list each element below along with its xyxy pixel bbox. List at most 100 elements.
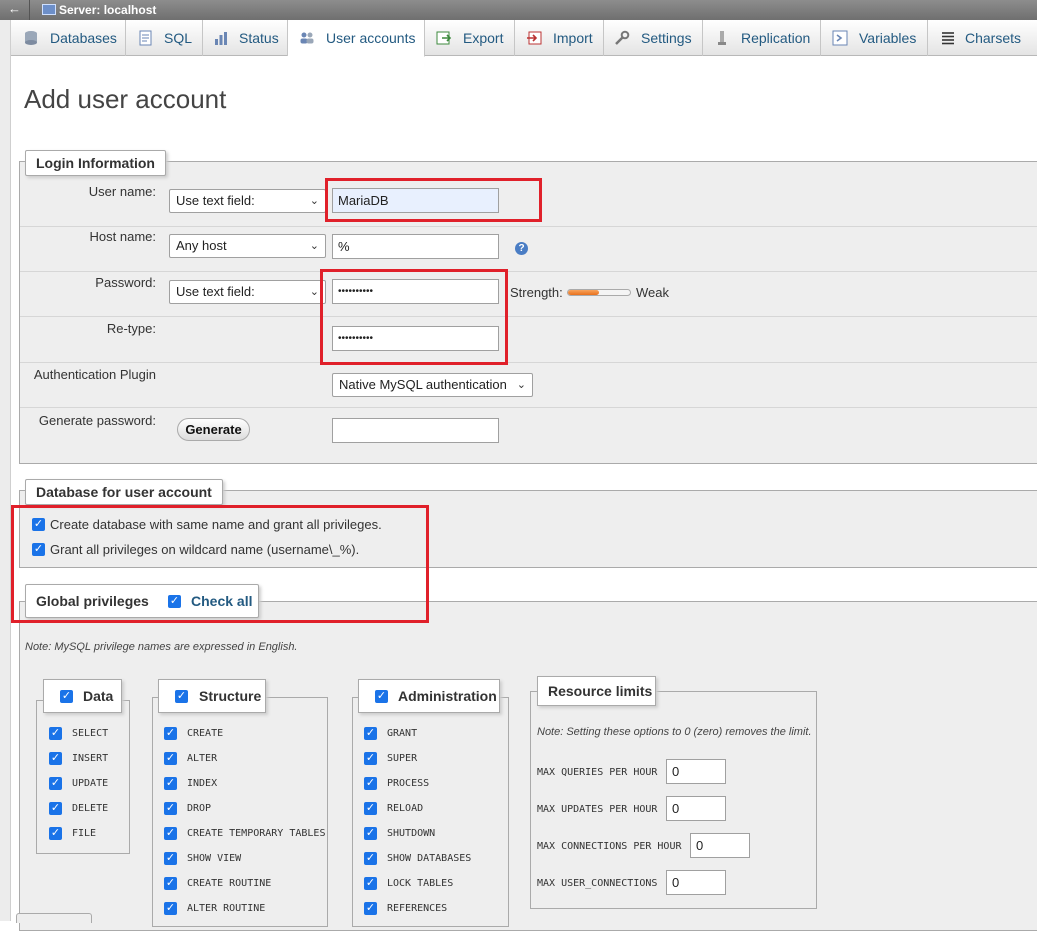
- left-navigation-edge: [0, 0, 11, 921]
- privilege-checkbox[interactable]: ✓: [164, 902, 177, 915]
- resource-limit-input[interactable]: 0: [666, 796, 726, 821]
- privilege-checkbox[interactable]: ✓: [164, 752, 177, 765]
- privilege-checkbox[interactable]: ✓: [164, 877, 177, 890]
- generated-password-input[interactable]: [332, 418, 499, 443]
- privilege-label: SHOW DATABASES: [387, 853, 472, 864]
- password-highlight: [320, 269, 508, 365]
- resource-limit-label: MAX UPDATES PER HOUR: [537, 804, 658, 815]
- tab-label: Charsets: [965, 30, 1022, 46]
- password-label: Password:: [95, 275, 156, 290]
- server-icon: [42, 4, 56, 15]
- tab-label: Databases: [50, 30, 117, 46]
- sql-icon: [139, 30, 152, 46]
- tab-replication[interactable]: Replication: [703, 20, 821, 56]
- tab-databases[interactable]: Databases: [11, 20, 126, 56]
- privilege-checkbox[interactable]: ✓: [164, 727, 177, 740]
- server-breadcrumb[interactable]: Server: localhost: [42, 2, 156, 18]
- privilege-checkbox[interactable]: ✓: [364, 777, 377, 790]
- privilege-checkbox[interactable]: ✓: [49, 752, 62, 765]
- privilege-label: SHUTDOWN: [387, 828, 436, 839]
- server-label: Server: localhost: [59, 3, 157, 17]
- password-type-select[interactable]: Use text field: ⌄: [169, 280, 326, 304]
- auth-plugin-select[interactable]: Native MySQL authentication ⌄: [332, 373, 533, 397]
- tab-label: Variables: [859, 30, 917, 46]
- privilege-checkbox[interactable]: ✓: [164, 827, 177, 840]
- chevron-down-icon: ⌄: [309, 286, 319, 298]
- tab-user-accounts[interactable]: User accounts: [288, 20, 425, 57]
- privilege-label: INSERT: [72, 753, 109, 764]
- resource-limits-title: Resource limits: [548, 683, 653, 699]
- privilege-label: INDEX: [187, 778, 218, 789]
- privilege-label: SHOW VIEW: [187, 853, 242, 864]
- page-title: Add user account: [24, 84, 227, 114]
- variables-icon: [832, 30, 848, 46]
- privilege-checkbox[interactable]: ✓: [164, 852, 177, 865]
- privilege-label: CREATE: [187, 728, 224, 739]
- privilege-checkbox[interactable]: ✓: [364, 877, 377, 890]
- users-icon: [300, 32, 314, 44]
- privilege-names-note: Note: MySQL privilege names are expresse…: [25, 641, 298, 653]
- host-type-select[interactable]: Any host ⌄: [169, 234, 326, 258]
- generate-button[interactable]: Generate: [177, 418, 250, 441]
- privilege-checkbox[interactable]: ✓: [364, 902, 377, 915]
- privilege-checkbox[interactable]: ✓: [49, 727, 62, 740]
- database-legend: Database for user account: [25, 479, 223, 505]
- privilege-label: FILE: [72, 828, 97, 839]
- privilege-label: DROP: [187, 803, 212, 814]
- tab-status[interactable]: Status: [203, 20, 288, 56]
- data-group-legend: ✓ Data: [43, 679, 122, 713]
- privilege-checkbox[interactable]: ✓: [364, 727, 377, 740]
- back-arrow-icon[interactable]: ←: [0, 0, 30, 20]
- tab-sql[interactable]: SQL: [126, 20, 203, 56]
- structure-group-checkbox[interactable]: ✓: [175, 690, 188, 703]
- tab-export[interactable]: Export: [425, 20, 515, 56]
- chevron-down-icon: ⌄: [309, 195, 319, 207]
- resource-limit-input[interactable]: 0: [690, 833, 750, 858]
- chevron-down-icon: ⌄: [516, 379, 526, 391]
- administration-group-legend: ✓ Administration: [358, 679, 500, 713]
- tab-charsets[interactable]: Charsets: [928, 20, 1037, 56]
- password-strength-fill: [568, 290, 599, 295]
- structure-group-legend: ✓ Structure: [158, 679, 266, 713]
- hostname-input[interactable]: %: [332, 234, 499, 259]
- username-label: User name:: [88, 184, 156, 199]
- tab-variables[interactable]: Variables: [821, 20, 928, 56]
- tab-label: Status: [239, 30, 279, 46]
- data-group-checkbox[interactable]: ✓: [60, 690, 73, 703]
- privilege-label: DELETE: [72, 803, 109, 814]
- charsets-icon: [942, 32, 954, 45]
- tab-label: User accounts: [326, 30, 416, 46]
- tab-import[interactable]: Import: [515, 20, 604, 56]
- data-group-title: Data: [83, 688, 114, 704]
- privilege-checkbox[interactable]: ✓: [364, 802, 377, 815]
- tab-settings[interactable]: Settings: [604, 20, 703, 56]
- bottom-scrollbar-stub: [16, 913, 92, 923]
- privilege-checkbox[interactable]: ✓: [49, 802, 62, 815]
- administration-group-title: Administration: [398, 688, 497, 704]
- tab-label: Replication: [741, 30, 811, 46]
- tab-label: Import: [553, 30, 593, 46]
- privilege-checkbox[interactable]: ✓: [364, 852, 377, 865]
- resource-limit-input[interactable]: 0: [666, 870, 726, 895]
- privilege-checkbox[interactable]: ✓: [364, 827, 377, 840]
- administration-group-checkbox[interactable]: ✓: [375, 690, 388, 703]
- database-options-highlight: [11, 505, 429, 623]
- privilege-checkbox[interactable]: ✓: [164, 802, 177, 815]
- privilege-checkbox[interactable]: ✓: [49, 827, 62, 840]
- privilege-label: LOCK TABLES: [387, 878, 454, 889]
- resource-limit-input[interactable]: 0: [666, 759, 726, 784]
- login-information-legend: Login Information: [25, 150, 166, 176]
- privilege-checkbox[interactable]: ✓: [164, 777, 177, 790]
- username-type-select[interactable]: Use text field: ⌄: [169, 189, 326, 213]
- import-icon: [527, 31, 542, 45]
- privilege-label: CREATE TEMPORARY TABLES: [187, 828, 326, 839]
- strength-label: Strength:: [510, 285, 563, 300]
- resource-limit-label: MAX QUERIES PER HOUR: [537, 767, 658, 778]
- wrench-icon: [615, 30, 630, 45]
- username-type-value: Use text field:: [176, 193, 255, 208]
- privilege-label: SUPER: [387, 753, 418, 764]
- privilege-checkbox[interactable]: ✓: [49, 777, 62, 790]
- privilege-checkbox[interactable]: ✓: [364, 752, 377, 765]
- help-icon[interactable]: ?: [515, 242, 528, 255]
- generate-password-label: Generate password:: [38, 413, 156, 428]
